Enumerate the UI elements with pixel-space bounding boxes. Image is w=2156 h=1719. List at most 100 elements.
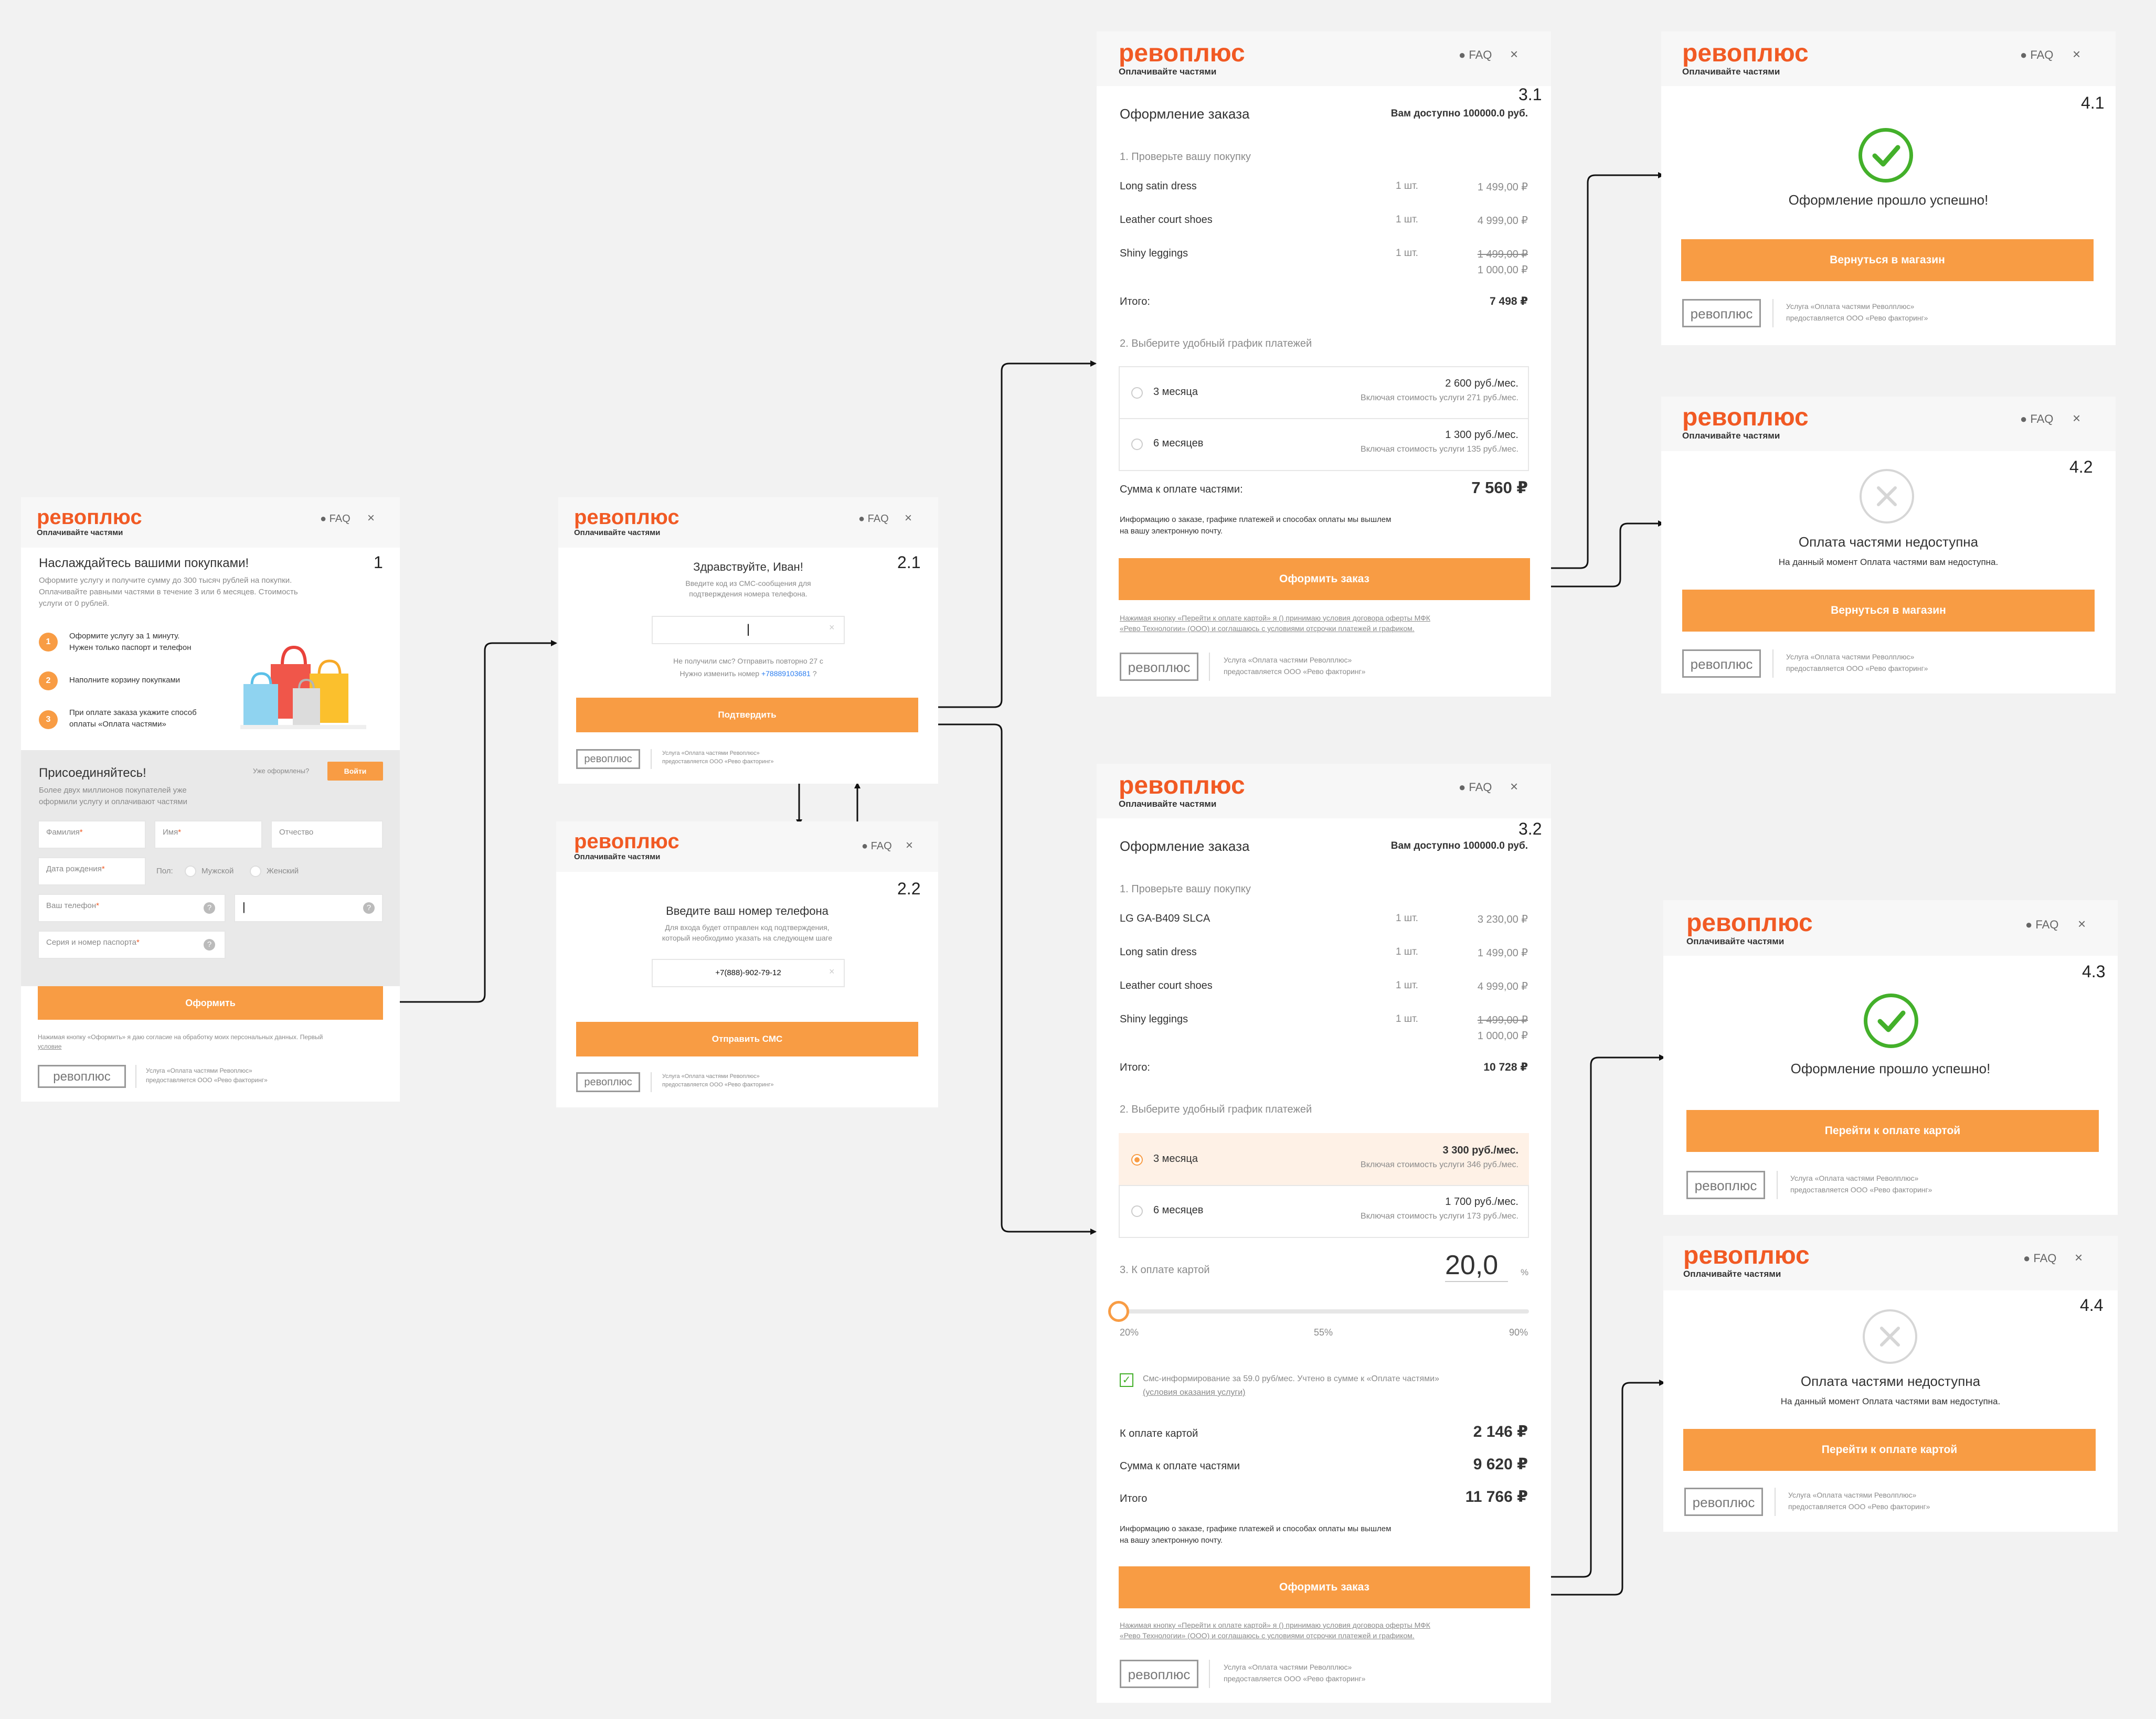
footer-logo: ревоплюс bbox=[1684, 1488, 1763, 1516]
slider-handle[interactable] bbox=[1108, 1301, 1129, 1322]
login-button[interactable]: Войти bbox=[327, 762, 383, 781]
help-icon[interactable]: ? bbox=[204, 939, 215, 951]
item-price: 1 000,00 ₽ bbox=[1477, 1030, 1528, 1042]
to-card-value: 2 146 ₽ bbox=[1473, 1423, 1528, 1440]
first-name-field[interactable]: Имя* bbox=[154, 820, 262, 849]
pay-by-card-button[interactable]: Перейти к оплате картой bbox=[1686, 1110, 2099, 1152]
arrow-1-to-2-1 bbox=[373, 640, 557, 1003]
phone-field[interactable]: Ваш телефон* bbox=[38, 894, 226, 922]
divider bbox=[651, 749, 652, 769]
close-icon[interactable]: × bbox=[2073, 410, 2080, 426]
card-percent-value[interactable]: 20,0 bbox=[1445, 1250, 1508, 1282]
provider-line-2: предоставляется ООО «Рево факторинг» bbox=[146, 1076, 268, 1084]
last-name-field[interactable]: Фамилия* bbox=[38, 820, 146, 849]
available-limit: Вам доступно 100000.0 руб. bbox=[1390, 108, 1528, 119]
faq-link[interactable]: ● FAQ bbox=[2025, 918, 2058, 932]
total-label: Итого: bbox=[1120, 1062, 1150, 1073]
sms-terms-link[interactable]: (условия оказания услуги) bbox=[1143, 1388, 1245, 1397]
faq-link[interactable]: ● FAQ bbox=[1459, 781, 1492, 794]
slider-track[interactable] bbox=[1119, 1309, 1529, 1314]
sum-label: Сумма к оплате частями: bbox=[1120, 484, 1243, 495]
help-icon[interactable]: ? bbox=[363, 902, 375, 914]
plan-label[interactable]: 3 месяца bbox=[1153, 386, 1198, 398]
place-order-button[interactable]: Оформить заказ bbox=[1119, 1566, 1530, 1608]
sms-code-input[interactable]: | bbox=[652, 616, 845, 644]
clear-icon[interactable]: × bbox=[829, 966, 835, 977]
close-icon[interactable]: × bbox=[367, 511, 375, 526]
gender-female-label: Женский bbox=[267, 867, 299, 875]
sms-checkbox[interactable]: ✓ bbox=[1120, 1373, 1133, 1387]
slider-tick-mid: 55% bbox=[1314, 1327, 1333, 1338]
join-text-2: оформили услугу и оплачивают частями bbox=[39, 797, 187, 806]
passport-field[interactable]: Серия и номер паспорта* bbox=[38, 931, 226, 959]
greeting: Здравствуйте, Иван! bbox=[693, 560, 803, 573]
return-to-shop-button[interactable]: Вернуться в магазин bbox=[1682, 590, 2095, 632]
provider-line-2: предоставляется ООО «Рево факторинг» bbox=[1788, 1502, 1930, 1511]
intro-line-1: Оформите услугу и получите сумму до 300 … bbox=[39, 576, 292, 585]
plan-radio[interactable] bbox=[1131, 1205, 1143, 1217]
close-icon[interactable]: × bbox=[1510, 46, 1518, 62]
step-3-text-2: оплаты «Оплата частями» bbox=[69, 720, 166, 729]
item-price: 1 499,00 ₽ bbox=[1477, 181, 1528, 193]
phone-value-field[interactable]: | bbox=[234, 894, 383, 922]
return-to-shop-button[interactable]: Вернуться в магазин bbox=[1681, 239, 2094, 281]
footer-logo: ревоплюс bbox=[576, 749, 640, 769]
confirm-button[interactable]: Подтвердить bbox=[576, 698, 918, 732]
intro-line-2: Оплачивайте равными частями в течение 3 … bbox=[39, 588, 298, 596]
submit-button[interactable]: Оформить bbox=[38, 986, 383, 1020]
percent-unit: % bbox=[1521, 1267, 1529, 1277]
plan-radio[interactable] bbox=[1131, 387, 1143, 399]
close-icon[interactable]: × bbox=[2075, 1250, 2083, 1266]
faq-link[interactable]: ● FAQ bbox=[2020, 48, 2053, 62]
plan-radio-selected[interactable] bbox=[1131, 1154, 1143, 1166]
close-icon[interactable]: × bbox=[2073, 46, 2080, 62]
slider-tick-max: 90% bbox=[1509, 1327, 1528, 1338]
footer-logo: ревоплюс bbox=[1682, 299, 1761, 327]
no-sms-text: Не получили смс? Отправить повторно 27 с bbox=[673, 657, 823, 665]
close-icon[interactable]: × bbox=[2078, 916, 2086, 932]
faq-link[interactable]: ● FAQ bbox=[2020, 412, 2053, 426]
item-qty: 1 шт. bbox=[1396, 214, 1418, 225]
divider bbox=[1209, 1660, 1210, 1688]
step-2-text: Наполните корзину покупками bbox=[69, 676, 180, 685]
pay-by-card-button[interactable]: Перейти к оплате картой bbox=[1683, 1429, 2096, 1471]
provider-line-2: предоставляется ООО «Рево факторинг» bbox=[662, 1082, 774, 1088]
phone-link[interactable]: +78889103681 bbox=[761, 669, 811, 678]
help-icon[interactable]: ? bbox=[204, 902, 215, 914]
faq-link[interactable]: ● FAQ bbox=[862, 840, 892, 852]
place-order-button[interactable]: Оформить заказ bbox=[1119, 558, 1530, 600]
provider-line-1: Услуга «Оплата частями Револплюс» bbox=[1224, 656, 1352, 664]
close-icon[interactable]: × bbox=[1510, 778, 1518, 795]
plan-label[interactable]: 6 месяцев bbox=[1153, 437, 1203, 450]
footer-logo: ревоплюс bbox=[576, 1072, 640, 1092]
phone-input[interactable]: +7(888)-902-79-12 bbox=[652, 959, 845, 987]
schedule-step-title: 2. Выберите удобный график платежей bbox=[1120, 1104, 1312, 1115]
send-sms-button[interactable]: Отправить СМС bbox=[576, 1022, 918, 1056]
plan-amount: 2 600 руб./мес. bbox=[1445, 378, 1518, 389]
faq-link[interactable]: ● FAQ bbox=[320, 513, 351, 525]
clear-icon[interactable]: × bbox=[829, 622, 835, 633]
screen-2-1-sms-code: ревоплюс Оплачивайте частями ● FAQ × 2.1 … bbox=[558, 497, 938, 784]
faq-link[interactable]: ● FAQ bbox=[1459, 48, 1492, 62]
gender-male-radio[interactable] bbox=[185, 866, 196, 877]
join-text-1: Более двух миллионов покупателей уже bbox=[39, 786, 187, 795]
middle-name-field[interactable]: Отчество bbox=[271, 820, 383, 849]
screen-number: 4.1 bbox=[2081, 93, 2105, 112]
consent-link[interactable]: условие bbox=[38, 1043, 61, 1050]
item-old-price: 1 499,00 ₽ bbox=[1477, 249, 1528, 260]
item-qty: 1 шт. bbox=[1396, 913, 1418, 924]
gender-female-radio[interactable] bbox=[250, 866, 261, 877]
check-step-title: 1. Проверьте вашу покупку bbox=[1120, 151, 1251, 163]
close-icon[interactable]: × bbox=[905, 511, 912, 526]
already-registered: Уже оформлены? bbox=[253, 767, 310, 775]
faq-link[interactable]: ● FAQ bbox=[2023, 1252, 2056, 1265]
close-icon[interactable]: × bbox=[906, 838, 913, 853]
plan-note: Включая стоимость услуги 135 руб./мес. bbox=[1361, 445, 1518, 454]
screen-number: 3.1 bbox=[1518, 85, 1542, 104]
plan-label[interactable]: 6 месяцев bbox=[1153, 1204, 1203, 1216]
faq-link[interactable]: ● FAQ bbox=[858, 513, 889, 525]
plan-label[interactable]: 3 месяца bbox=[1153, 1153, 1198, 1165]
dob-field[interactable]: Дата рождения* bbox=[38, 857, 146, 885]
plan-radio[interactable] bbox=[1131, 439, 1143, 450]
divider bbox=[1772, 299, 1773, 327]
